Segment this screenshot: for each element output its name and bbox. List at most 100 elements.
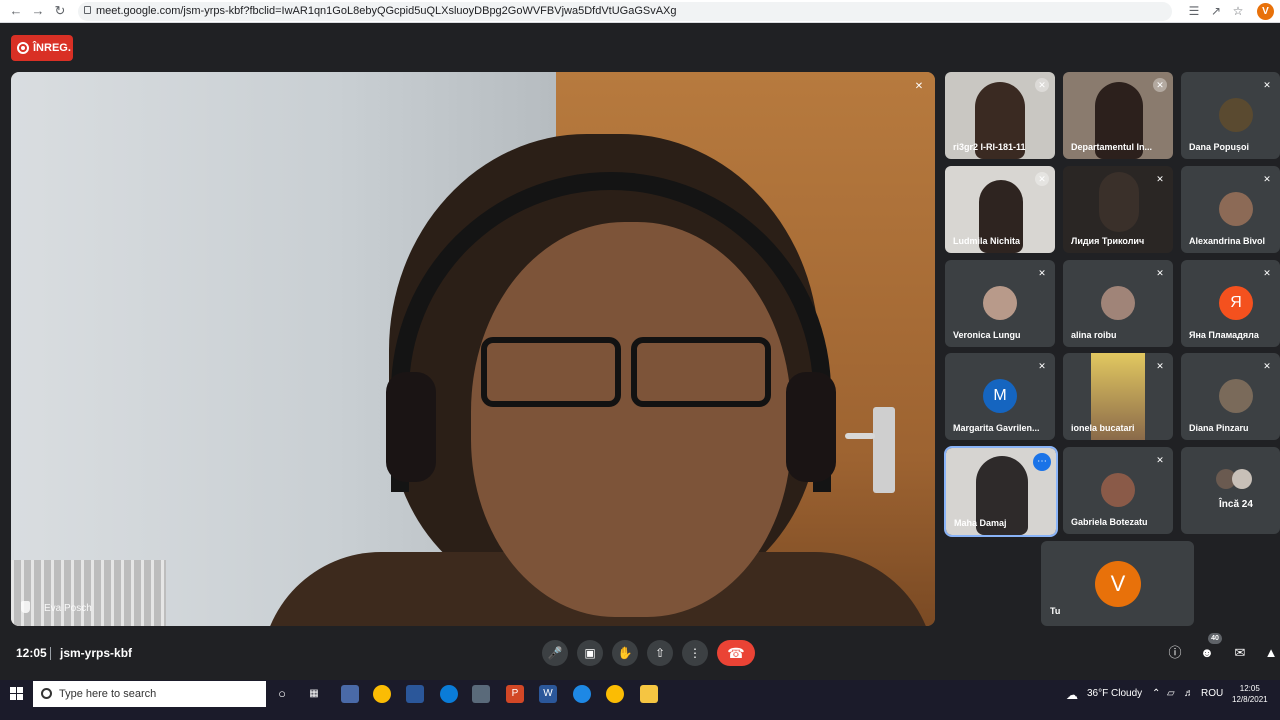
windows-start-icon[interactable] [10,687,24,701]
participant-avatar [1219,379,1253,413]
participant-tile[interactable]: ✕ ionela bucatari [1063,353,1173,440]
chat-icon[interactable]: ✉ [1231,644,1249,662]
recording-badge[interactable]: ÎNREG. [11,35,73,61]
participant-tile[interactable]: ✕ Diana Pinzaru [1181,353,1280,440]
mic-off-icon: ✕ [1035,172,1049,186]
participant-tile[interactable]: ✕ Veronica Lungu [945,260,1055,347]
camera-button[interactable]: ▣ [577,640,603,666]
speaker-glasses-right [631,337,771,407]
mic-off-icon: ✕ [1263,174,1271,184]
browser-toolbar: ← → ↻ meet.google.com/jsm-yrps-kbf?fbcli… [0,0,1280,23]
self-avatar: V [1095,561,1141,607]
more-options-button[interactable]: ⋮ [682,640,708,666]
search-icon [41,688,52,699]
participant-tile[interactable]: ✕ Departamentul In... [1063,72,1173,159]
share-icon[interactable]: ↗ [1209,4,1223,18]
participant-tile[interactable]: ⋯ Maha Damaj [944,446,1058,537]
participant-name: Alexandrina Bivol [1189,236,1266,246]
taskbar-search-input[interactable]: Type here to search [33,681,266,707]
participant-name: Margarita Gavrilen... [953,423,1040,433]
forward-icon[interactable]: → [30,3,46,19]
participant-name: Ludmila Nichita [953,236,1021,246]
network-icon[interactable]: ▱ [1167,688,1175,699]
activities-icon[interactable]: ▲ [1262,644,1280,662]
participant-tile[interactable]: M ✕ Margarita Gavrilen... [945,353,1055,440]
main-speaker-name: Eva Posch [44,603,92,614]
mic-off-icon: ✕ [1263,268,1271,278]
cortana-icon[interactable]: ○ [273,685,291,703]
record-icon [17,42,29,54]
participant-name: Лидия Триколич [1071,236,1145,246]
meeting-code: jsm-yrps-kbf [60,646,133,660]
microphone-button[interactable]: 🎤 [542,640,568,666]
video-background-rack [11,560,166,626]
participant-tile[interactable]: ✕ Dana Popușoi [1181,72,1280,159]
back-icon[interactable]: ← [8,3,24,19]
participant-name: Diana Pinzaru [1189,423,1249,433]
chrome-icon[interactable] [373,685,391,703]
participant-avatar [1219,98,1253,132]
door-handle [845,407,895,493]
tray-chevron-icon[interactable]: ⌃ [1152,688,1160,699]
participant-name: Departamentul In... [1071,142,1153,152]
participant-name: Maha Damaj [954,518,1007,528]
word-icon[interactable]: W [539,685,557,703]
bookmark-star-icon[interactable]: ☆ [1231,4,1245,18]
mic-off-icon: ✕ [1263,361,1271,371]
participant-tile[interactable]: ✕ ri3gr2 I-RI-181-11 [945,72,1055,159]
app-icon[interactable] [341,685,359,703]
file-explorer-icon[interactable] [640,685,658,703]
participant-avatar [1101,473,1135,507]
participant-tile[interactable]: ✕ alina roibu [1063,260,1173,347]
participant-name: Gabriela Botezatu [1071,517,1148,527]
language-indicator[interactable]: ROU [1201,688,1223,699]
translate-icon[interactable]: ☰ [1187,4,1201,18]
edge-icon[interactable] [440,685,458,703]
task-view-icon[interactable]: ▦ [305,685,323,703]
more-participants-label: Încă 24 [1219,499,1253,510]
address-bar[interactable]: meet.google.com/jsm-yrps-kbf?fbclid=IwAR… [78,2,1172,21]
calendar-icon[interactable] [406,685,424,703]
clock-date: 12/8/2021 [1232,695,1268,704]
profile-avatar[interactable]: V [1257,3,1274,20]
self-tile[interactable]: V Tu [1041,541,1194,626]
leave-call-button[interactable]: ☎ [717,640,755,666]
volume-icon[interactable]: ♬ [1184,688,1194,699]
info-icon[interactable]: ⓘ [1166,644,1184,662]
mic-off-icon: ✕ [1156,174,1164,184]
present-screen-button[interactable]: ⇧ [647,640,673,666]
more-participants-tile[interactable]: Încă 24 [1181,447,1280,534]
clock-time: 12:05 [1239,684,1260,693]
recording-label: ÎNREG. [33,42,71,54]
calculator-icon[interactable] [472,685,490,703]
participant-name: alina roibu [1071,330,1117,340]
people-icon[interactable]: ☻ [1198,644,1216,662]
headset-left-earcup [386,372,436,482]
participant-name: Яна Пламадяла [1189,330,1259,340]
meeting-time: 12:05 [16,646,47,660]
powerpoint-icon[interactable]: P [506,685,524,703]
participant-tile[interactable]: ✕ Alexandrina Bivol [1181,166,1280,253]
reload-icon[interactable]: ↻ [52,3,68,19]
participant-avatar [983,286,1017,320]
participant-name: ionela bucatari [1071,423,1135,433]
mic-off-icon: ✕ [1156,268,1164,278]
participant-tile[interactable]: ✕ Ludmila Nichita [945,166,1055,253]
participant-count-badge: 40 [1208,633,1222,644]
pin-icon[interactable] [21,601,30,613]
raise-hand-button[interactable]: ✋ [612,640,638,666]
participant-name: ri3gr2 I-RI-181-11 [953,142,1026,152]
weather-text[interactable]: 36°F Cloudy [1087,688,1142,699]
taskbar-clock[interactable]: 12:05 12/8/2021 [1232,683,1268,705]
participant-tile[interactable]: Я ✕ Яна Пламадяла [1181,260,1280,347]
app-icon[interactable] [573,685,591,703]
chrome-icon[interactable] [606,685,624,703]
participant-tile[interactable]: ✕ Gabriela Botezatu [1063,447,1173,534]
participant-video [1099,172,1139,232]
mic-off-icon: ✕ [1156,361,1164,371]
more-options-icon[interactable]: ⋯ [1033,453,1051,471]
weather-icon: ☁ [1066,688,1078,702]
participant-avatar [1101,286,1135,320]
participant-tile[interactable]: ✕ Лидия Триколич [1063,166,1173,253]
main-speaker-video[interactable]: ✕ Eva Posch [11,72,935,626]
